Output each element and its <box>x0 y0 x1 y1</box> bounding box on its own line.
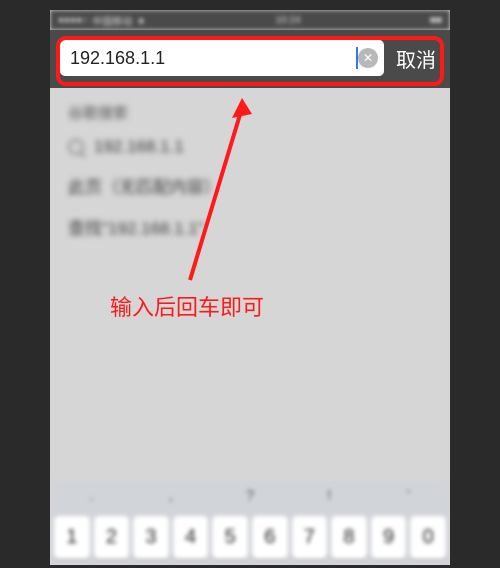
carrier-label: 中国移动 <box>92 13 132 28</box>
key-comma[interactable]: , <box>133 487 208 504</box>
address-field-wrap[interactable]: 192.168.1.1 ✕ <box>60 40 384 76</box>
key-2[interactable]: 2 <box>94 516 130 559</box>
suggestion-text: 查找"192.168.1.1" <box>68 214 204 239</box>
suggestion-item[interactable]: 192.168.1.1 <box>68 129 432 165</box>
wifi-icon: ▲ <box>136 15 146 26</box>
key-3[interactable]: 3 <box>133 516 169 559</box>
cancel-button[interactable]: 取消 <box>392 44 440 73</box>
key-5[interactable]: 5 <box>212 516 248 559</box>
clear-icon[interactable]: ✕ <box>358 48 378 68</box>
key-4[interactable]: 4 <box>173 516 209 559</box>
key-1[interactable]: 1 <box>54 516 90 559</box>
signal-dots-icon: ●●●●○ <box>58 15 88 26</box>
battery-icon: ■■ <box>430 15 442 26</box>
keyboard[interactable]: . , ? ! ' 1 2 3 4 5 6 7 8 9 0 <box>50 481 450 565</box>
key-question[interactable]: ? <box>212 487 287 504</box>
key-exclaim[interactable]: ! <box>292 487 367 504</box>
key-7[interactable]: 7 <box>292 516 328 559</box>
suggestion-list: 谷歌搜索 192.168.1.1 此页（无匹配内容） 查找"192.168.1.… <box>50 88 450 255</box>
keyboard-number-row: 1 2 3 4 5 6 7 8 9 0 <box>50 510 450 565</box>
address-input[interactable]: 192.168.1.1 <box>70 48 356 69</box>
address-bar-container: 192.168.1.1 ✕ 取消 <box>50 30 450 88</box>
suggestion-header: 谷歌搜索 <box>68 96 432 129</box>
keyboard-punct-row: . , ? ! ' <box>50 481 450 510</box>
key-8[interactable]: 8 <box>331 516 367 559</box>
key-6[interactable]: 6 <box>252 516 288 559</box>
time-label: 10:24 <box>275 15 300 26</box>
suggestion-item[interactable]: 查找"192.168.1.1" <box>68 206 432 247</box>
key-9[interactable]: 9 <box>371 516 407 559</box>
suggestion-text: 192.168.1.1 <box>94 137 184 157</box>
key-apostrophe[interactable]: ' <box>371 487 446 504</box>
status-bar: ●●●●○ 中国移动 ▲ 10:24 ■■ <box>50 10 450 30</box>
key-period[interactable]: . <box>54 487 129 504</box>
annotation-text: 输入后回车即可 <box>110 290 264 322</box>
suggestion-text: 此页（无匹配内容） <box>68 173 221 198</box>
key-0[interactable]: 0 <box>410 516 446 559</box>
phone-screen: ●●●●○ 中国移动 ▲ 10:24 ■■ 192.168.1.1 ✕ 取消 谷… <box>50 10 450 565</box>
search-icon <box>68 139 84 155</box>
suggestion-item[interactable]: 此页（无匹配内容） <box>68 165 432 206</box>
